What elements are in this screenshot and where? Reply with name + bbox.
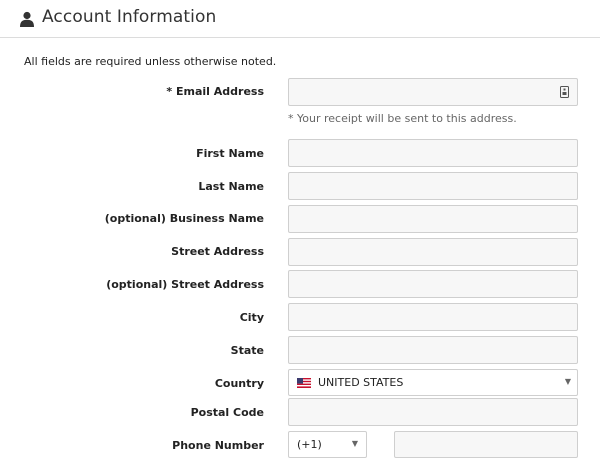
phone-number-label: Phone Number <box>172 439 264 452</box>
state-field[interactable] <box>288 336 578 364</box>
required-note: All fields are required unless otherwise… <box>24 55 277 68</box>
street-address-2-field[interactable] <box>288 270 578 298</box>
email-label: * Email Address <box>166 85 264 98</box>
phone-country-code-select[interactable]: (+1) ▼ <box>288 431 367 458</box>
postal-code-field[interactable] <box>288 398 578 426</box>
country-value: UNITED STATES <box>318 376 404 389</box>
street-address-label: Street Address <box>171 245 264 258</box>
country-label: Country <box>214 377 264 390</box>
city-label: City <box>239 311 264 324</box>
user-icon <box>20 11 34 27</box>
chevron-down-icon: ▼ <box>564 377 571 386</box>
business-name-label: (optional) Business Name <box>104 212 264 225</box>
email-field[interactable] <box>288 78 578 106</box>
section-header: Account Information <box>0 0 600 38</box>
business-name-field[interactable] <box>288 205 578 233</box>
last-name-label: Last Name <box>198 180 264 193</box>
first-name-field[interactable] <box>288 139 578 167</box>
chevron-down-icon: ▼ <box>351 439 358 448</box>
state-label: State <box>230 344 264 357</box>
us-flag-icon <box>297 378 311 388</box>
country-select[interactable]: UNITED STATES ▼ <box>288 369 578 396</box>
street-address-field[interactable] <box>288 238 578 266</box>
phone-number-field[interactable] <box>394 431 578 458</box>
last-name-field[interactable] <box>288 172 578 200</box>
page-title: Account Information <box>42 7 217 27</box>
city-field[interactable] <box>288 303 578 331</box>
email-hint: * Your receipt will be sent to this addr… <box>288 112 517 125</box>
street-address-2-label: (optional) Street Address <box>106 278 264 291</box>
phone-code-value: (+1) <box>297 438 322 451</box>
contact-card-icon[interactable] <box>560 86 569 98</box>
postal-code-label: Postal Code <box>190 406 264 419</box>
first-name-label: First Name <box>196 147 264 160</box>
